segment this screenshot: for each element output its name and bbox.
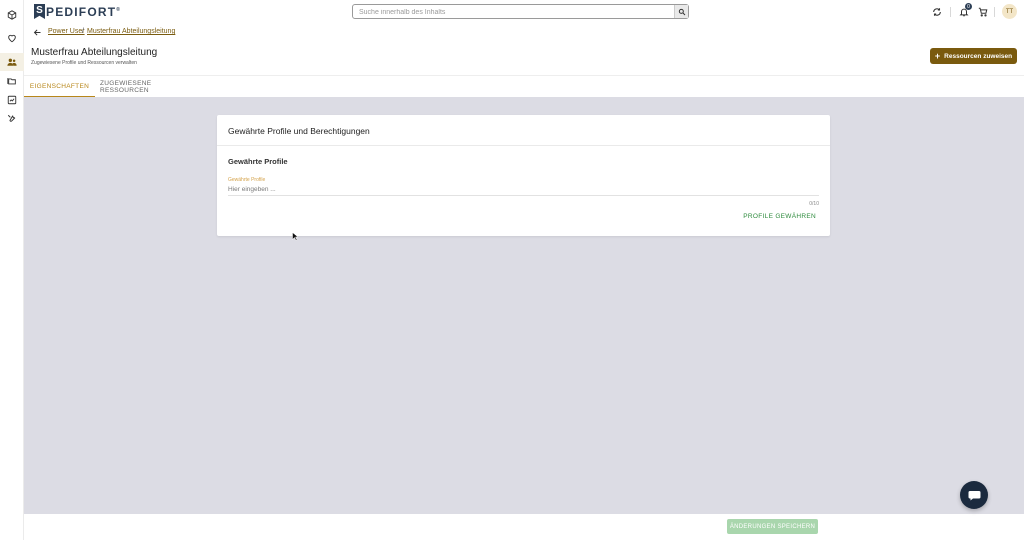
tab-bar: EIGENSCHAFTEN ZUGEWIESENE RESSOURCEN <box>24 75 1024 98</box>
notification-badge: 0 <box>965 3 972 10</box>
footer-bar: ÄNDERUNGEN SPEICHERN <box>24 514 1024 540</box>
grant-profiles-button[interactable]: PROFILE GEWÄHREN <box>743 213 816 220</box>
plus-icon: + <box>934 51 941 61</box>
refresh-button[interactable] <box>931 6 943 18</box>
breadcrumb: Power User / Musterfrau Abteilungsleitun… <box>24 26 624 40</box>
save-changes-button[interactable]: ÄNDERUNGEN SPEICHERN <box>727 519 818 534</box>
search-button[interactable] <box>674 5 688 18</box>
report-icon <box>7 95 17 105</box>
toolbar-divider <box>950 7 951 17</box>
logo-wordmark: PEDIFORT <box>46 4 117 19</box>
brand-logo[interactable]: S PEDIFORT® <box>34 4 121 19</box>
sidebar-item-reports[interactable] <box>0 91 24 109</box>
sidebar-item-favorites[interactable] <box>0 29 24 47</box>
tools-icon <box>7 114 16 122</box>
breadcrumb-separator: / <box>82 28 84 35</box>
breadcrumb-link-power-user[interactable]: Power User <box>48 28 85 35</box>
search-icon <box>678 8 685 15</box>
card-header: Gewährte Profile und Berechtigungen <box>217 115 830 146</box>
top-bar: S PEDIFORT® 0 TT <box>24 0 1024 24</box>
page-subtitle: Zugewiesene Profile und Ressourcen verwa… <box>31 60 137 66</box>
sidebar-item-products[interactable] <box>0 6 24 24</box>
logo-letter: S <box>36 5 43 16</box>
logo-text: PEDIFORT® <box>46 5 121 19</box>
users-icon <box>7 58 17 66</box>
sidebar-item-users[interactable] <box>0 53 24 71</box>
chat-button[interactable] <box>960 481 988 509</box>
sidebar <box>0 0 24 540</box>
logo-mark: S <box>34 4 45 19</box>
folders-icon <box>7 78 16 85</box>
search-input[interactable] <box>359 7 659 17</box>
package-icon <box>7 10 17 20</box>
main-content: Gewährte Profile und Berechtigungen Gewä… <box>24 97 1024 514</box>
tab-zugewiesene-ressourcen[interactable]: ZUGEWIESENE RESSOURCEN <box>100 76 197 98</box>
assign-resources-button[interactable]: + Ressourcen zuweisen <box>930 48 1017 64</box>
sidebar-item-tools[interactable] <box>0 110 24 128</box>
card-title: Gewährte Profile und Berechtigungen <box>228 126 370 136</box>
profiles-input[interactable] <box>228 184 819 196</box>
registered-mark: ® <box>116 6 122 13</box>
cart-icon <box>978 7 988 17</box>
section-title: Gewährte Profile <box>228 157 288 166</box>
profiles-field-label: Gewährte Profile <box>228 177 266 183</box>
breadcrumb-link-current[interactable]: Musterfrau Abteilungsleitung <box>87 28 175 35</box>
assign-resources-label: Ressourcen zuweisen <box>944 52 1013 60</box>
permissions-card: Gewährte Profile und Berechtigungen Gewä… <box>217 115 830 236</box>
heart-icon <box>8 34 16 43</box>
toolbar-divider <box>994 7 995 17</box>
cart-button[interactable] <box>977 6 989 18</box>
search-box <box>352 4 689 19</box>
user-avatar[interactable]: TT <box>1002 4 1017 19</box>
back-arrow-icon[interactable] <box>33 28 42 37</box>
mouse-cursor-icon <box>292 232 298 241</box>
tab-eigenschaften[interactable]: EIGENSCHAFTEN <box>24 76 95 98</box>
page-title: Musterfrau Abteilungsleitung <box>31 47 158 58</box>
sidebar-item-resources[interactable] <box>0 72 24 90</box>
refresh-icon <box>933 8 941 16</box>
chat-icon <box>968 490 980 500</box>
character-counter: 0/10 <box>809 201 819 207</box>
